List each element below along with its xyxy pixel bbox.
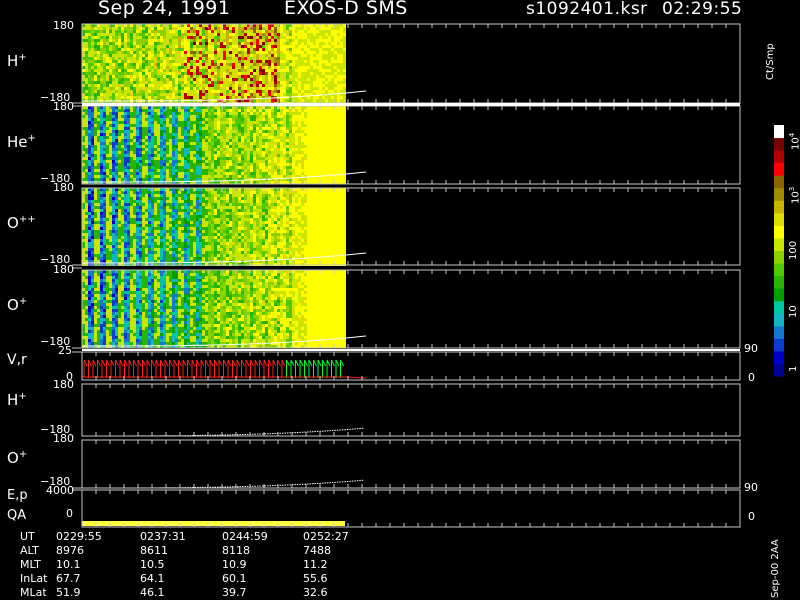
plot-canvas bbox=[72, 23, 784, 528]
right-label-90-a: 90 bbox=[744, 342, 758, 355]
label-h-plus-2: H+ bbox=[7, 391, 27, 409]
ephemeris-cell: 51.9 bbox=[56, 586, 81, 599]
label-o-pp: O++ bbox=[7, 214, 36, 232]
spectrogram-o-pp bbox=[82, 188, 346, 266]
ephemeris-cell: 10.9 bbox=[222, 558, 247, 571]
panel-frame-5 bbox=[81, 383, 741, 437]
colorbar-swatch-18 bbox=[774, 137, 784, 151]
ytick-180-a: 180 bbox=[53, 19, 74, 32]
colorbar-swatch-16 bbox=[774, 162, 784, 176]
colorbar-swatch-6 bbox=[774, 288, 784, 302]
ephemeris-cell: 11.2 bbox=[303, 558, 328, 571]
spectrogram-layer bbox=[82, 24, 346, 348]
colorbar-swatch-11 bbox=[774, 225, 784, 239]
ephemeris-cell: 64.1 bbox=[140, 572, 165, 585]
ephemeris-label-inlat: InLat bbox=[20, 572, 48, 585]
ephemeris-label-alt: ALT bbox=[20, 544, 39, 557]
colorbar-swatch-17 bbox=[774, 150, 784, 164]
colorbar-swatch-7 bbox=[774, 275, 784, 289]
colorbar-swatch-1 bbox=[774, 350, 784, 364]
header-instrument: EXOS-D SMS bbox=[284, 0, 408, 19]
ephemeris-cell: 7488 bbox=[303, 544, 331, 557]
colorbar-swatch-12 bbox=[774, 212, 784, 226]
ephemeris-cell: 39.7 bbox=[222, 586, 247, 599]
ytick-m180-a: −180 bbox=[40, 91, 71, 104]
colorbar-swatch-15 bbox=[774, 175, 784, 189]
ephemeris-cell: 10.1 bbox=[56, 558, 81, 571]
vr-panel-marks bbox=[82, 359, 367, 379]
ephemeris-cell: 0229:55 bbox=[56, 530, 102, 543]
colorbar-swatch-10 bbox=[774, 237, 784, 251]
colorbar-swatch-4 bbox=[774, 313, 784, 327]
colorbar-swatch-14 bbox=[774, 187, 784, 201]
ytick-m180-e: −180 bbox=[40, 423, 71, 436]
colorbar-swatch-3 bbox=[774, 325, 784, 339]
ephemeris-cell: 0252:27 bbox=[303, 530, 349, 543]
colorbar bbox=[774, 125, 784, 377]
colorbar-tick-1: 1 bbox=[788, 365, 799, 372]
ephemeris-label-ut: UT bbox=[20, 530, 35, 543]
colorbar-swatch-8 bbox=[774, 263, 784, 277]
label-h-plus: H+ bbox=[7, 52, 27, 70]
ytick-m180-b: −180 bbox=[40, 172, 71, 185]
ephemeris-cell: 46.1 bbox=[140, 586, 165, 599]
colorbar-swatch-5 bbox=[774, 300, 784, 314]
spectrogram-h-plus bbox=[82, 24, 346, 105]
ytick-vr-0: 0 bbox=[66, 370, 73, 383]
footer-side-label: Sep-00 2AA bbox=[770, 539, 781, 598]
ephemeris-label-mlat: MLat bbox=[20, 586, 47, 599]
colorbar-swatch-19 bbox=[774, 125, 784, 139]
ephemeris-cell: 10.5 bbox=[140, 558, 165, 571]
ytick-ep-0: 0 bbox=[66, 507, 73, 520]
right-label-90-b: 90 bbox=[744, 481, 758, 494]
label-o-plus-2: O+ bbox=[7, 449, 28, 467]
right-label-0-a: 0 bbox=[748, 371, 755, 384]
ephemeris-cell: 8976 bbox=[56, 544, 84, 557]
colorbar-swatch-0 bbox=[774, 363, 784, 377]
colorbar-unit: Ct/Smp bbox=[765, 43, 776, 80]
colorbar-tick-10000: 104 bbox=[788, 132, 800, 150]
label-vr: V,r bbox=[7, 352, 27, 368]
ephemeris-cell: 8611 bbox=[140, 544, 168, 557]
label-qa: QA bbox=[7, 508, 27, 523]
spectrogram-he-plus bbox=[82, 106, 346, 184]
colorbar-tick-1000: 103 bbox=[788, 186, 800, 204]
ytick-vr-25: 25 bbox=[58, 344, 72, 357]
ephemeris-cell: 8118 bbox=[222, 544, 250, 557]
ephemeris-label-mlt: MLT bbox=[20, 558, 41, 571]
ephemeris-cell: 32.6 bbox=[303, 586, 328, 599]
colorbar-tick-10: 10 bbox=[788, 305, 799, 318]
ephemeris-cell: 60.1 bbox=[222, 572, 247, 585]
ephemeris-cell: 55.6 bbox=[303, 572, 328, 585]
colorbar-swatch-9 bbox=[774, 250, 784, 264]
spectrogram-o-plus bbox=[82, 270, 346, 348]
ytick-ep-4000: 4000 bbox=[46, 484, 74, 497]
colorbar-swatch-13 bbox=[774, 200, 784, 214]
header-file: s1092401.ksr bbox=[526, 0, 648, 19]
colorbar-swatch-2 bbox=[774, 338, 784, 352]
panel-frame-6 bbox=[81, 439, 741, 489]
label-o-plus: O+ bbox=[7, 296, 28, 314]
label-he-plus: He+ bbox=[7, 133, 36, 151]
header-time: 02:29:55 bbox=[662, 0, 743, 19]
ephemeris-cell: 67.7 bbox=[56, 572, 81, 585]
right-label-0-b: 0 bbox=[748, 510, 755, 523]
colorbar-tick-100: 100 bbox=[788, 240, 799, 260]
ephemeris-cell: 0237:31 bbox=[140, 530, 186, 543]
label-ep: E,p bbox=[7, 488, 28, 503]
ephemeris-cell: 0244:59 bbox=[222, 530, 268, 543]
ytick-m180-c: −180 bbox=[40, 253, 71, 266]
panel-frame-4 bbox=[81, 351, 741, 381]
header-date: Sep 24, 1991 bbox=[98, 0, 231, 19]
